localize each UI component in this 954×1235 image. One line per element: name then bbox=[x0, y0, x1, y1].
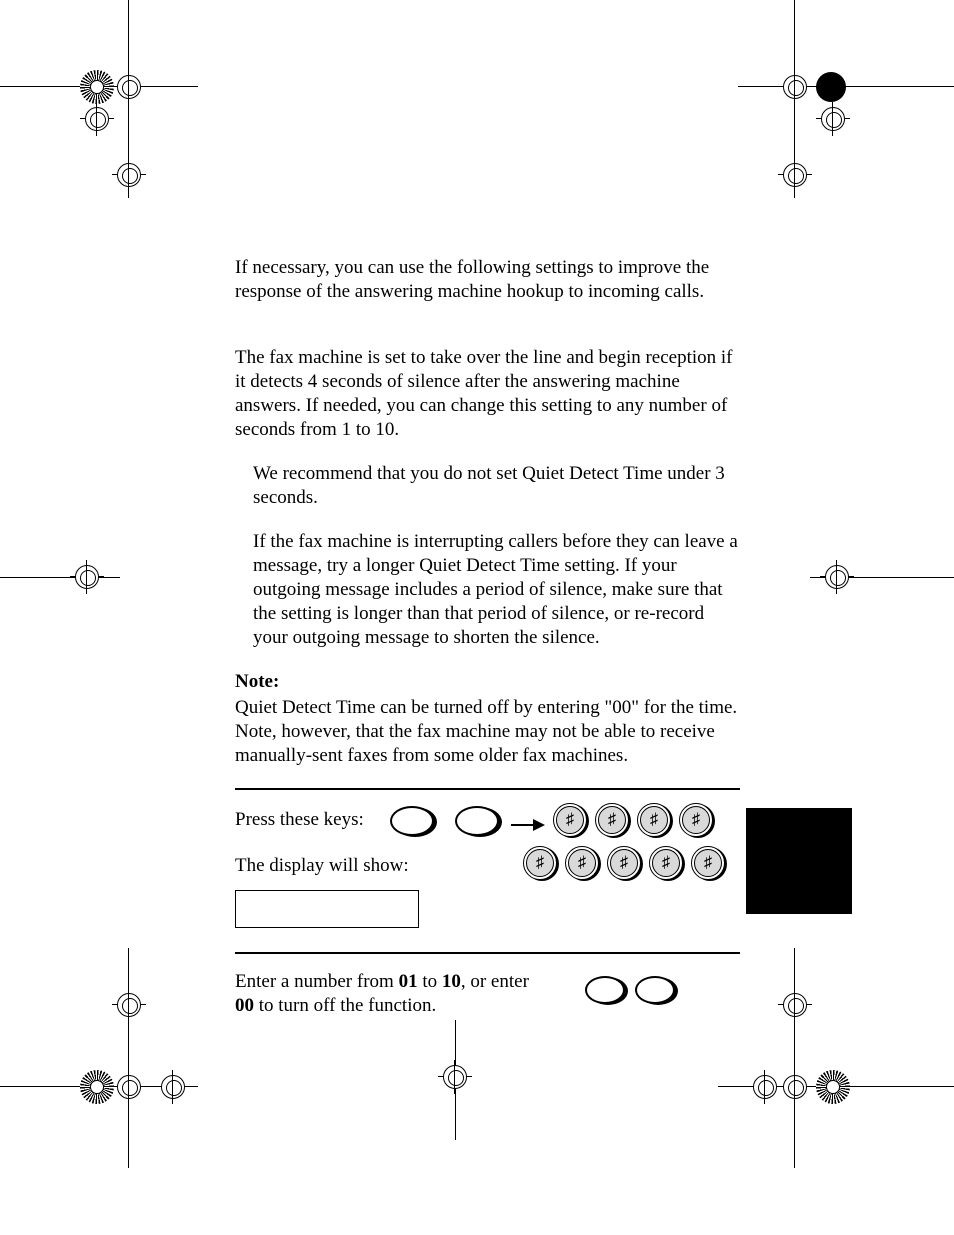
registration-mark-icon bbox=[112, 1070, 146, 1104]
registration-mark-icon bbox=[778, 1070, 812, 1104]
hash-key-icon: ♯ bbox=[637, 803, 671, 837]
hash-key-icon: ♯ bbox=[649, 846, 683, 880]
registration-mark-icon bbox=[70, 560, 104, 594]
display-box bbox=[235, 890, 419, 928]
registration-mark-icon bbox=[112, 988, 146, 1022]
number-key-icon bbox=[585, 976, 625, 1004]
registration-mark-icon bbox=[820, 560, 854, 594]
registration-mark-icon bbox=[438, 1060, 472, 1094]
hash-key-icon: ♯ bbox=[607, 846, 641, 880]
note-label: Note: bbox=[235, 671, 279, 692]
thumb-tab bbox=[746, 808, 852, 914]
divider bbox=[235, 788, 740, 790]
registration-mark-icon bbox=[80, 102, 114, 136]
step2-text: Enter a number from 01 to 10, or enter 0… bbox=[235, 970, 535, 1018]
hash-key-icon: ♯ bbox=[523, 846, 557, 880]
number-key-icon bbox=[635, 976, 675, 1004]
function-key-icon bbox=[390, 806, 434, 836]
note-body: Quiet Detect Time can be turned off by e… bbox=[235, 696, 740, 768]
registration-dot-icon bbox=[816, 72, 846, 102]
hash-key-icon: ♯ bbox=[565, 846, 599, 880]
function-key-icon bbox=[455, 806, 499, 836]
hash-key-icon: ♯ bbox=[595, 803, 629, 837]
intro-paragraph: If necessary, you can use the following … bbox=[235, 256, 740, 304]
registration-mark-icon bbox=[778, 988, 812, 1022]
step1-display-label: The display will show: bbox=[235, 854, 409, 878]
registration-mark-icon bbox=[816, 102, 850, 136]
recommend-paragraph: We recommend that you do not set Quiet D… bbox=[253, 462, 738, 510]
registration-mark-icon bbox=[112, 70, 146, 104]
description-paragraph: The fax machine is set to take over the … bbox=[235, 346, 740, 442]
registration-mark-icon bbox=[778, 70, 812, 104]
arrow-right-icon bbox=[511, 815, 545, 835]
registration-mark-icon bbox=[156, 1070, 190, 1104]
hash-key-icon: ♯ bbox=[691, 846, 725, 880]
registration-mark-icon bbox=[748, 1070, 782, 1104]
interrupt-paragraph: If the fax machine is interrupting calle… bbox=[253, 530, 738, 650]
registration-mark-icon bbox=[112, 158, 146, 192]
hash-key-icon: ♯ bbox=[679, 803, 713, 837]
registration-mark-icon bbox=[778, 158, 812, 192]
divider bbox=[235, 952, 740, 954]
hash-key-icon: ♯ bbox=[553, 803, 587, 837]
